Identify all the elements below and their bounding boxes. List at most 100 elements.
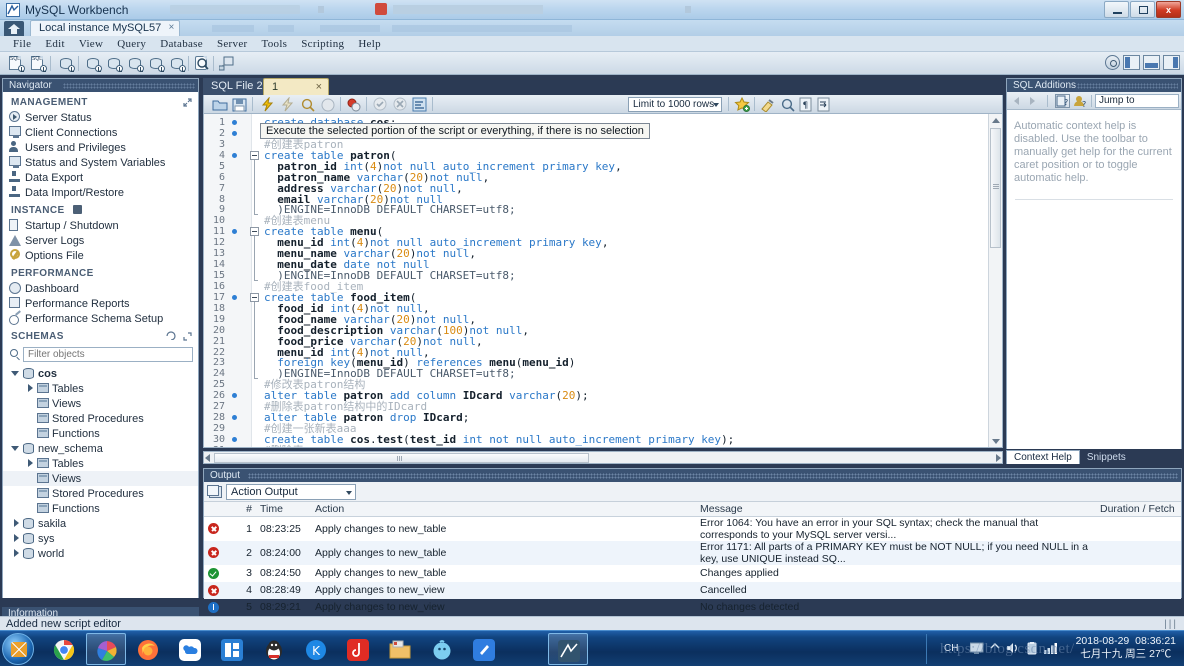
new-procedure-icon[interactable] [148,55,165,72]
tree-item-new-schema-functions[interactable]: Functions [3,501,198,516]
nav-item-status-variables[interactable]: Status and System Variables [3,155,198,170]
save-snippet-icon[interactable] [734,96,750,112]
stop-icon[interactable] [320,97,336,112]
beautify-sql-icon[interactable] [412,97,428,112]
tree-item-new-schema[interactable]: new_schema [3,441,198,456]
scroll-up-icon[interactable] [992,118,1000,123]
taskbar-item-photos[interactable] [86,633,126,665]
new-table-icon[interactable] [106,55,123,72]
statement-marker-dot[interactable] [232,436,237,442]
taskbar-item-explorer[interactable] [380,633,420,665]
toggle-secondary-sidebar-button[interactable] [1163,55,1180,70]
statement-marker-dot[interactable] [232,294,237,300]
tab-local-instance[interactable]: Local instance MySQL57 × [30,20,181,36]
close-button[interactable]: x [1156,1,1181,18]
nav-item-data-export[interactable]: Data Export [3,170,198,185]
toggle-autocommit-icon[interactable] [346,97,362,112]
start-button[interactable] [2,633,34,665]
taskbar-item-chrome[interactable] [44,633,84,665]
nav-item-performance-reports[interactable]: Performance Reports [3,296,198,311]
nav-item-options-file[interactable]: Options File [3,248,198,263]
table-row[interactable]: 2 08:24:00 Apply changes to new_table Er… [204,540,1181,565]
jump-to-field[interactable]: Jump to [1095,94,1179,108]
menu-server[interactable]: Server [210,38,255,50]
fold-toggle-icon[interactable] [250,150,259,160]
save-script-icon[interactable] [232,97,248,112]
nav-item-startup-shutdown[interactable]: Startup / Shutdown [3,218,198,233]
home-icon[interactable] [4,21,24,36]
nav-item-data-import[interactable]: Data Import/Restore [3,185,198,200]
toggle-invisible-chars-icon[interactable]: ¶ [798,97,814,112]
chevron-down-icon[interactable] [713,103,719,107]
chevron-right-icon[interactable] [12,519,21,528]
nav-item-dashboard[interactable]: Dashboard [3,281,198,296]
statement-marker-dot[interactable] [232,152,237,158]
taskbar-item-qq[interactable] [254,633,294,665]
tree-item-cos[interactable]: cos [3,366,198,381]
table-row[interactable]: 4 08:28:49 Apply changes to new_view Can… [204,581,1181,599]
tree-item-sys[interactable]: sys [3,531,198,546]
menu-query[interactable]: Query [110,38,153,50]
taskbar-item-kugou[interactable]: K [296,633,336,665]
close-icon[interactable]: × [316,81,322,93]
open-script-icon[interactable] [212,97,228,112]
table-row[interactable]: 1 08:23:25 Apply changes to new_table Er… [204,516,1181,541]
new-sql-tab-icon[interactable]: SQL [8,55,25,72]
table-row[interactable]: 5 08:29:21 Apply changes to new_view No … [204,599,1181,616]
expand-icon[interactable] [183,98,192,107]
tab-snippets[interactable]: Snippets [1080,451,1133,464]
tree-item-world[interactable]: world [3,546,198,561]
menu-tools[interactable]: Tools [254,38,294,50]
nav-item-users-privileges[interactable]: Users and Privileges [3,140,198,155]
open-sql-script-icon[interactable]: SQL [30,55,47,72]
chevron-right-icon[interactable] [26,384,35,393]
menu-database[interactable]: Database [153,38,210,50]
fold-toggle-icon[interactable] [250,227,259,237]
horizontal-scroll-thumb[interactable] [214,453,589,463]
back-icon[interactable] [1014,97,1019,105]
statement-marker-dot[interactable] [232,229,237,235]
tree-item-cos-views[interactable]: Views [3,396,198,411]
statement-marker-dot[interactable] [232,120,237,125]
menu-help[interactable]: Help [351,38,388,50]
tree-item-new-schema-stored-procedures[interactable]: Stored Procedures [3,486,198,501]
commit-icon[interactable] [372,97,388,112]
fold-toggle-icon[interactable] [250,292,259,302]
explain-icon[interactable] [300,97,316,112]
resize-grip[interactable]: ||| [1164,619,1178,630]
new-view-icon[interactable] [127,55,144,72]
editor-vertical-scrollbar[interactable] [988,114,1002,447]
taskbar-item-netease-music[interactable] [338,633,378,665]
reconnect-icon[interactable] [218,55,236,72]
tree-item-sakila[interactable]: sakila [3,516,198,531]
taskbar-item-360[interactable] [422,633,462,665]
row-limit-selector[interactable]: Limit to 1000 rows [628,97,722,112]
nav-item-client-connections[interactable]: Client Connections [3,125,198,140]
nav-item-performance-schema-setup[interactable]: Performance Schema Setup [3,311,198,326]
tree-item-cos-stored-procedures[interactable]: Stored Procedures [3,411,198,426]
scroll-right-icon[interactable] [996,454,1001,462]
taskbar-item-office[interactable] [212,633,252,665]
tab-script-1[interactable]: 1 × [263,78,329,95]
rollback-icon[interactable] [392,97,408,112]
filter-objects-input[interactable] [23,347,193,362]
toggle-automatic-help-icon[interactable]: ? [1073,94,1088,109]
table-row[interactable]: 3 08:24:50 Apply changes to new_table Ch… [204,565,1181,582]
open-connection-icon[interactable] [58,55,75,72]
statement-marker-dot[interactable] [232,415,237,421]
forward-icon[interactable] [1030,97,1035,105]
chevron-right-icon[interactable] [12,534,21,543]
statement-marker-dot[interactable] [232,130,237,136]
menu-scripting[interactable]: Scripting [294,38,351,50]
tree-item-new-schema-views[interactable]: Views [3,471,198,486]
tree-item-cos-functions[interactable]: Functions [3,426,198,441]
toggle-sidebar-button[interactable] [1123,55,1140,70]
editor-horizontal-scrollbar[interactable] [203,451,1003,464]
new-function-icon[interactable] [169,55,186,72]
sql-code-editor[interactable]: 1 2 3 4 5 6 7 8 9 10 11 12 13 14 15 16 17 18 19 20 21 22 23 24 2… [203,114,1003,448]
statement-marker-dot[interactable] [232,393,237,399]
nav-item-server-status[interactable]: Server Status [3,110,198,125]
taskbar-item-baidu-netdisk[interactable] [170,633,210,665]
chevron-down-icon[interactable] [11,369,20,378]
vertical-scroll-thumb[interactable] [990,128,1001,248]
